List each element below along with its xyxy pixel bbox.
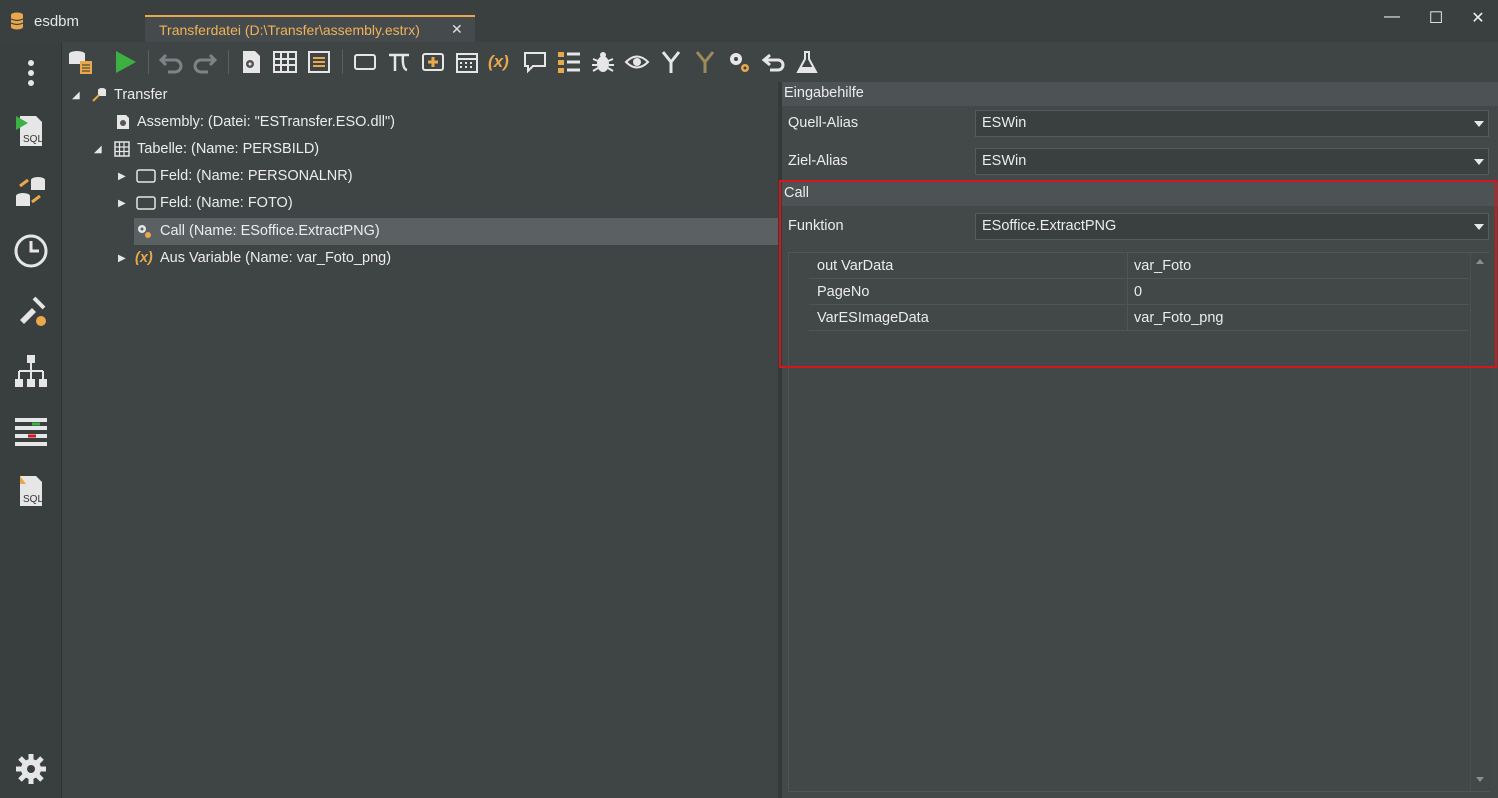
return-icon[interactable]	[760, 49, 786, 75]
tree-label: Aus Variable (Name: var_Foto_png)	[160, 250, 392, 266]
target-alias-value: ESWin	[982, 153, 1027, 169]
assembly-file-icon[interactable]	[238, 49, 264, 75]
compare-list-icon[interactable]	[12, 412, 50, 450]
toolbar: (x)	[62, 42, 1498, 82]
scroll-down-icon[interactable]	[1476, 777, 1484, 782]
field-rectangle-icon[interactable]	[352, 49, 378, 75]
sidebar: SQL SQL	[0, 42, 62, 798]
highlight-frame	[779, 180, 1497, 368]
calendar-icon[interactable]	[454, 49, 480, 75]
tree-label: Transfer	[114, 87, 168, 103]
source-alias-select[interactable]: ESWin	[975, 110, 1489, 137]
variable-icon[interactable]: (x)	[488, 49, 514, 75]
hierarchy-icon[interactable]	[12, 352, 50, 390]
clock-icon[interactable]	[12, 232, 50, 270]
toolbar-separator	[228, 50, 229, 74]
list-document-icon[interactable]	[306, 49, 332, 75]
target-alias-label: Ziel-Alias	[788, 153, 848, 169]
branch-icon[interactable]	[692, 49, 718, 75]
redo-icon[interactable]	[192, 49, 218, 75]
undo-icon[interactable]	[158, 49, 184, 75]
database-list-icon[interactable]	[67, 49, 93, 75]
database-icon	[10, 12, 24, 30]
chevron-down-icon	[1474, 159, 1484, 165]
tree-node-assembly[interactable]: Assembly: (Datei: "ESTransfer.ESO.dll")	[62, 109, 778, 136]
settings-gear-icon[interactable]	[12, 750, 50, 788]
expand-arrow-icon[interactable]: ▶	[118, 245, 126, 272]
expand-arrow-icon[interactable]: ▶	[118, 190, 126, 217]
chevron-down-icon	[1474, 121, 1484, 127]
document-tab[interactable]: Transferdatei (D:\Transfer\assembly.estr…	[145, 15, 475, 42]
tree-node-field-personalnr[interactable]: ▶ Feld: (Name: PERSONALNR)	[62, 163, 778, 190]
table-icon[interactable]	[272, 49, 298, 75]
transfer-icon	[92, 88, 106, 102]
assembly-file-icon	[117, 115, 129, 129]
source-alias-label: Quell-Alias	[788, 115, 859, 131]
flask-icon[interactable]	[794, 49, 820, 75]
more-menu-icon[interactable]	[12, 54, 50, 92]
tree-label: Feld: (Name: PERSONALNR)	[160, 168, 353, 184]
tree-label: Feld: (Name: FOTO)	[160, 195, 293, 211]
merge-icon[interactable]	[658, 49, 684, 75]
database-transfer-icon[interactable]	[12, 172, 50, 210]
svg-text:SQL: SQL	[23, 134, 43, 145]
tree-node-call[interactable]: Call (Name: ESoffice.ExtractPNG)	[134, 218, 778, 245]
gears-icon[interactable]	[726, 49, 752, 75]
tab-close-button[interactable]: ✕	[451, 21, 463, 38]
eye-icon[interactable]	[624, 49, 650, 75]
title-bar: esdbm Transferdatei (D:\Transfer\assembl…	[0, 0, 1498, 42]
tree-label: Assembly: (Datei: "ESTransfer.ESO.dll")	[137, 114, 395, 130]
section-header-eingabehilfe: Eingabehilfe	[782, 82, 1498, 106]
sql-import-icon[interactable]: SQL	[12, 472, 50, 510]
plugin-settings-icon[interactable]	[12, 292, 50, 330]
document-tab-label: Transferdatei (D:\Transfer\assembly.estr…	[159, 22, 420, 38]
collapse-arrow-icon[interactable]: ◢	[72, 82, 80, 109]
run-play-icon[interactable]	[112, 49, 138, 75]
close-window-button[interactable]: ✕	[1466, 8, 1490, 28]
expand-arrow-icon[interactable]: ▶	[118, 163, 126, 190]
target-alias-select[interactable]: ESWin	[975, 148, 1489, 175]
tree-node-variable[interactable]: ▶ (x) Aus Variable (Name: var_Foto_png)	[62, 245, 778, 272]
tree-node-table[interactable]: ◢ Tabelle: (Name: PERSBILD)	[62, 136, 778, 163]
source-alias-value: ESWin	[982, 115, 1027, 131]
add-box-icon[interactable]	[420, 49, 446, 75]
structure-list-icon[interactable]	[556, 49, 582, 75]
toolbar-separator	[148, 50, 149, 74]
collapse-arrow-icon[interactable]: ◢	[94, 136, 102, 163]
tree-node-transfer[interactable]: ◢ Transfer	[62, 82, 778, 109]
tree-label: Tabelle: (Name: PERSBILD)	[137, 141, 320, 157]
pi-formula-icon[interactable]	[386, 49, 412, 75]
bug-icon[interactable]	[590, 49, 616, 75]
maximize-button[interactable]: ☐	[1424, 8, 1448, 28]
tree-node-field-foto[interactable]: ▶ Feld: (Name: FOTO)	[62, 190, 778, 217]
variable-icon: (x)	[135, 250, 153, 266]
table-icon	[114, 141, 130, 157]
tree-label: Call (Name: ESoffice.ExtractPNG)	[160, 223, 380, 239]
transfer-tree: ◢ Transfer Assembly: (Datei: "ESTransfer…	[62, 82, 778, 798]
sql-run-icon[interactable]: SQL	[12, 112, 50, 150]
field-icon	[136, 196, 156, 210]
app-title: esdbm	[34, 13, 80, 30]
field-icon	[136, 169, 156, 183]
minimize-button[interactable]: —	[1380, 8, 1404, 28]
comment-icon[interactable]	[522, 49, 548, 75]
svg-text:SQL: SQL	[23, 494, 43, 505]
toolbar-separator	[342, 50, 343, 74]
gears-icon	[138, 225, 151, 238]
